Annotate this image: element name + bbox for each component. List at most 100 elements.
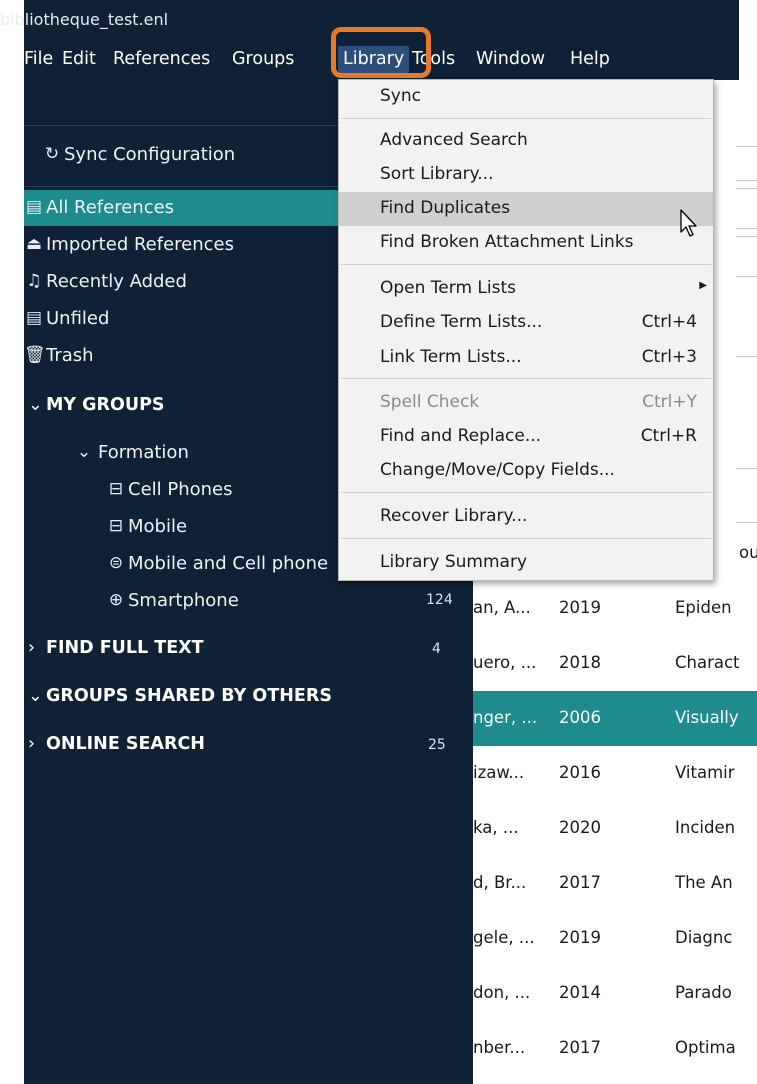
- my-groups-label: MY GROUPS: [46, 395, 165, 415]
- title-cell: Optima: [675, 1038, 736, 1057]
- title-cell: The An: [675, 873, 733, 892]
- highlight-annotation: [331, 27, 431, 78]
- title-cell: Epiden: [675, 598, 732, 617]
- table-row[interactable]: an, A... 2019 Epiden: [473, 581, 757, 636]
- menu-item-label: Advanced Search: [380, 130, 528, 150]
- menu-edit[interactable]: Edit: [62, 49, 96, 69]
- menu-item-spell-check[interactable]: Spell Check Ctrl+Y: [339, 386, 713, 420]
- divider: [736, 522, 757, 523]
- table-row[interactable]: nber... 2017 Optima: [473, 1021, 757, 1076]
- title-cell: Charact: [675, 653, 740, 672]
- trash-icon: 🗑: [24, 345, 46, 365]
- title-cell: Vitamir: [675, 763, 735, 782]
- bell-icon: ♫: [26, 271, 42, 291]
- title-cell: Diagnc: [675, 928, 733, 947]
- divider: [736, 180, 757, 181]
- table-row-selected[interactable]: nger, ... 2006 Visually: [473, 691, 757, 746]
- menu-item-recover-library[interactable]: Recover Library...: [339, 500, 713, 534]
- groups-shared-label: GROUPS SHARED BY OTHERS: [46, 686, 332, 706]
- author-cell: nger, ...: [473, 708, 538, 727]
- find-full-text-label: FIND FULL TEXT: [46, 638, 204, 658]
- author-cell: gele, ...: [473, 928, 535, 947]
- online-search-label: ONLINE SEARCH: [46, 734, 205, 754]
- menu-separator: [341, 538, 711, 539]
- online-search-heading[interactable]: › ONLINE SEARCH 25: [24, 728, 473, 764]
- author-cell: nber...: [473, 1038, 526, 1057]
- group-label: Mobile and Cell phone: [128, 553, 329, 574]
- menu-item-library-summary[interactable]: Library Summary: [339, 546, 713, 580]
- sidebar-item-label: All References: [46, 197, 175, 218]
- my-groups-heading[interactable]: ⌄ MY GROUPS: [28, 395, 165, 415]
- online-search-title: › ONLINE SEARCH: [28, 734, 205, 754]
- menu-item-label: Library Summary: [380, 552, 527, 572]
- menu-item-label: Change/Move/Copy Fields...: [380, 460, 615, 480]
- menu-item-label: Sync: [380, 86, 421, 106]
- year-cell: 2017: [559, 1038, 601, 1057]
- menu-references[interactable]: References: [113, 49, 210, 69]
- menu-item-sync[interactable]: Sync: [339, 80, 713, 114]
- divider: [736, 468, 757, 469]
- sync-label: Sync Configuration: [64, 144, 236, 165]
- group-label: Mobile: [128, 516, 188, 537]
- sidebar-item-label: Imported References: [46, 234, 234, 255]
- search-group-icon: ⊕: [108, 590, 124, 610]
- menu-item-open-term-lists[interactable]: Open Term Lists ▶: [339, 272, 713, 306]
- group-icon: ⊟: [108, 479, 124, 499]
- find-full-text-count: 4: [432, 641, 441, 657]
- author-cell: uero, ...: [473, 653, 537, 672]
- author-cell: ous: [739, 543, 757, 562]
- menu-separator: [341, 264, 711, 265]
- menu-item-change-move-copy-fields[interactable]: Change/Move/Copy Fields...: [339, 454, 713, 488]
- menu-item-link-term-lists[interactable]: Link Term Lists... Ctrl+3: [339, 341, 713, 375]
- menu-item-label: Define Term Lists...: [380, 312, 543, 332]
- title-cell: Visually: [675, 708, 739, 727]
- submenu-arrow-icon: ▶: [699, 280, 707, 291]
- menu-item-label: Spell Check: [380, 392, 480, 412]
- menu-item-find-duplicates[interactable]: Find Duplicates: [339, 192, 713, 226]
- menu-item-advanced-search[interactable]: Advanced Search: [339, 124, 713, 158]
- groups-shared-heading[interactable]: ⌄ GROUPS SHARED BY OTHERS: [28, 686, 332, 706]
- menu-groups[interactable]: Groups: [232, 49, 294, 69]
- find-full-text-title: › FIND FULL TEXT: [28, 638, 204, 658]
- online-search-count: 25: [428, 737, 446, 753]
- chevron-down-icon: ⌄: [76, 442, 92, 462]
- table-row[interactable]: ka, ... 2020 Inciden: [473, 801, 757, 856]
- menu-separator: [341, 118, 711, 119]
- menu-file[interactable]: File: [24, 49, 53, 69]
- menu-item-find-and-replace[interactable]: Find and Replace... Ctrl+R: [339, 420, 713, 454]
- table-row[interactable]: uero, ... 2018 Charact: [473, 636, 757, 691]
- chevron-right-icon: ›: [28, 734, 35, 754]
- menu-item-label: Find Broken Attachment Links: [380, 232, 634, 252]
- menu-item-define-term-lists[interactable]: Define Term Lists... Ctrl+4: [339, 306, 713, 340]
- group-smartphone[interactable]: ⊕ Smartphone 124: [24, 583, 473, 619]
- menu-item-label: Link Term Lists...: [380, 347, 522, 367]
- menu-item-label: Find and Replace...: [380, 426, 542, 446]
- author-cell: don, ...: [473, 983, 531, 1002]
- divider: [736, 356, 757, 357]
- year-cell: 2019: [559, 598, 601, 617]
- chevron-right-icon: ›: [28, 638, 35, 658]
- year-cell: 2016: [559, 763, 601, 782]
- menu-help[interactable]: Help: [570, 49, 610, 69]
- menu-item-shortcut: Ctrl+4: [641, 312, 697, 332]
- sidebar-item-label: Recently Added: [46, 271, 187, 292]
- divider: [736, 276, 757, 277]
- menu-item-sort-library[interactable]: Sort Library...: [339, 158, 713, 192]
- sidebar-item-label: Unfiled: [46, 308, 110, 329]
- mouse-cursor-icon: [680, 209, 697, 237]
- year-cell: 2017: [559, 873, 601, 892]
- table-row[interactable]: d, Br... 2017 The An: [473, 856, 757, 911]
- chevron-down-icon: ⌄: [28, 686, 43, 706]
- year-cell: 2019: [559, 928, 601, 947]
- find-full-text-heading[interactable]: › FIND FULL TEXT 4: [24, 632, 473, 668]
- sync-icon: ↻: [44, 144, 60, 164]
- menu-item-label: Open Term Lists: [380, 278, 516, 298]
- year-cell: 2006: [559, 708, 601, 727]
- menu-item-find-broken-attachment-links[interactable]: Find Broken Attachment Links: [339, 226, 713, 260]
- group-label: Cell Phones: [128, 479, 233, 500]
- menu-window[interactable]: Window: [476, 49, 545, 69]
- table-row[interactable]: don, ... 2014 Parado: [473, 966, 757, 1021]
- table-row[interactable]: izaw... 2016 Vitamir: [473, 746, 757, 801]
- table-row[interactable]: gele, ... 2019 Diagnc: [473, 911, 757, 966]
- author-cell: izaw...: [473, 763, 525, 782]
